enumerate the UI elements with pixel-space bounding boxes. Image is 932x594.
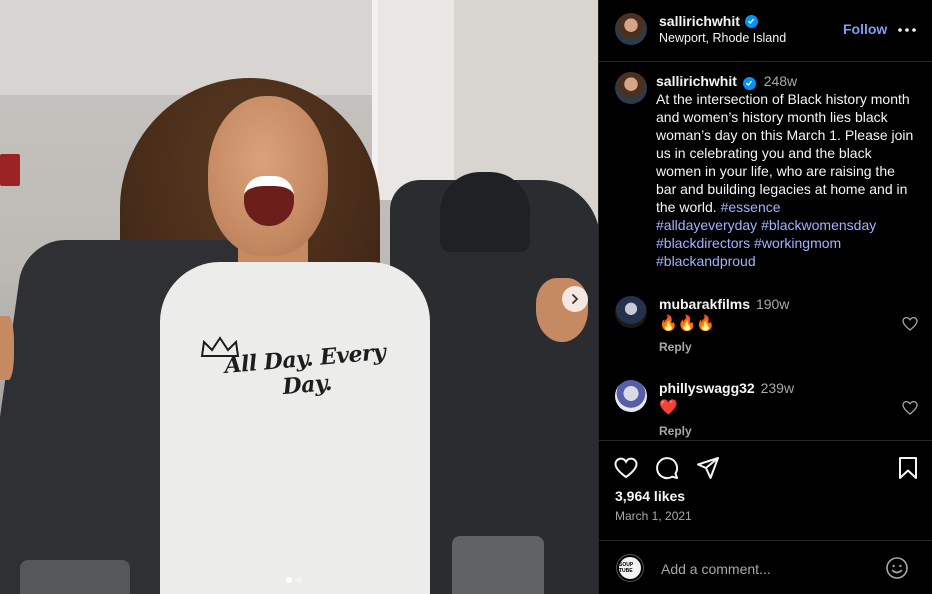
post-side-panel: sallirichwhit Newport, Rhode Island Foll…: [598, 0, 932, 594]
commenter-username[interactable]: phillyswagg32: [659, 380, 755, 396]
post-header: sallirichwhit Newport, Rhode Island Foll…: [599, 0, 932, 62]
bookmark-icon[interactable]: [895, 455, 921, 481]
comment-time[interactable]: 190w: [756, 296, 789, 312]
likes-count[interactable]: 3,964 likes: [615, 488, 685, 504]
comment-reply-button[interactable]: Reply: [659, 340, 692, 354]
photo-ceiling: [0, 0, 372, 95]
photo-exit-sign: [0, 154, 20, 186]
post-caption: sallirichwhit 248w At the intersection o…: [599, 62, 932, 270]
author-username-row: sallirichwhit: [659, 13, 758, 29]
more-options-icon[interactable]: [897, 22, 917, 38]
current-user-avatar: SOUP TUBE: [617, 555, 643, 581]
comment-reply-button[interactable]: Reply: [659, 424, 692, 438]
caption-body: sallirichwhit 248w At the intersection o…: [656, 72, 919, 270]
share-icon[interactable]: [695, 455, 721, 481]
hashtag-link[interactable]: #essence: [721, 199, 781, 215]
comment-like-icon[interactable]: [902, 316, 918, 332]
verified-badge-icon: [744, 14, 758, 28]
carousel-dots: [286, 577, 302, 583]
commenter-username[interactable]: mubarakfilms: [659, 296, 750, 312]
comment-item: mubarakfilms 190w 🔥🔥🔥 Reply: [599, 296, 932, 366]
comment-time[interactable]: 239w: [761, 380, 794, 396]
emoji-icon[interactable]: [885, 556, 909, 580]
photo-door-frame: [372, 0, 454, 200]
author-username[interactable]: sallirichwhit: [659, 13, 740, 29]
caption-avatar[interactable]: [615, 72, 647, 104]
add-comment-bar: SOUP TUBE: [599, 540, 932, 594]
comment-text: ❤️: [659, 399, 678, 416]
commenter-avatar[interactable]: [615, 296, 647, 328]
photo-jacket-collar: [440, 172, 530, 252]
comment-input[interactable]: [661, 558, 871, 580]
chevron-right-icon: [572, 294, 579, 304]
post-date[interactable]: March 1, 2021: [615, 509, 692, 523]
comment-header: mubarakfilms 190w: [659, 296, 789, 312]
photo-pocket-right: [452, 536, 544, 594]
photo-shirt: [160, 262, 430, 594]
photo-pocket-left: [20, 560, 130, 594]
comment-icon[interactable]: [654, 455, 680, 481]
hashtag-link[interactable]: #blackdirectors: [656, 235, 750, 251]
hashtag-link[interactable]: #blackandproud: [656, 253, 756, 269]
comment-text: 🔥🔥🔥: [659, 315, 716, 332]
post-location[interactable]: Newport, Rhode Island: [659, 31, 786, 45]
photo-hand-left: [0, 316, 14, 380]
carousel-dot: [296, 577, 302, 583]
follow-button[interactable]: Follow: [843, 21, 887, 37]
heart-icon[interactable]: [613, 455, 639, 481]
post-image[interactable]: All Day. Every Day.: [0, 0, 598, 594]
commenter-avatar[interactable]: [615, 380, 647, 412]
author-avatar[interactable]: [615, 13, 647, 45]
verified-badge-icon: [742, 76, 756, 90]
comment-header: phillyswagg32 239w: [659, 380, 794, 396]
comment-like-icon[interactable]: [902, 400, 918, 416]
caption-username[interactable]: sallirichwhit: [656, 73, 737, 89]
photo-mouth: [244, 176, 294, 226]
hashtag-link[interactable]: #workingmom: [754, 235, 841, 251]
carousel-dot: [286, 577, 292, 583]
hashtag-link[interactable]: #blackwomensday: [761, 217, 876, 233]
next-slide-button[interactable]: [562, 286, 588, 312]
hashtag-link[interactable]: #alldayeveryday: [656, 217, 757, 233]
post-actions: 3,964 likes March 1, 2021: [599, 440, 932, 540]
caption-time[interactable]: 248w: [764, 73, 797, 89]
caption-text: At the intersection of Black history mon…: [656, 91, 914, 215]
